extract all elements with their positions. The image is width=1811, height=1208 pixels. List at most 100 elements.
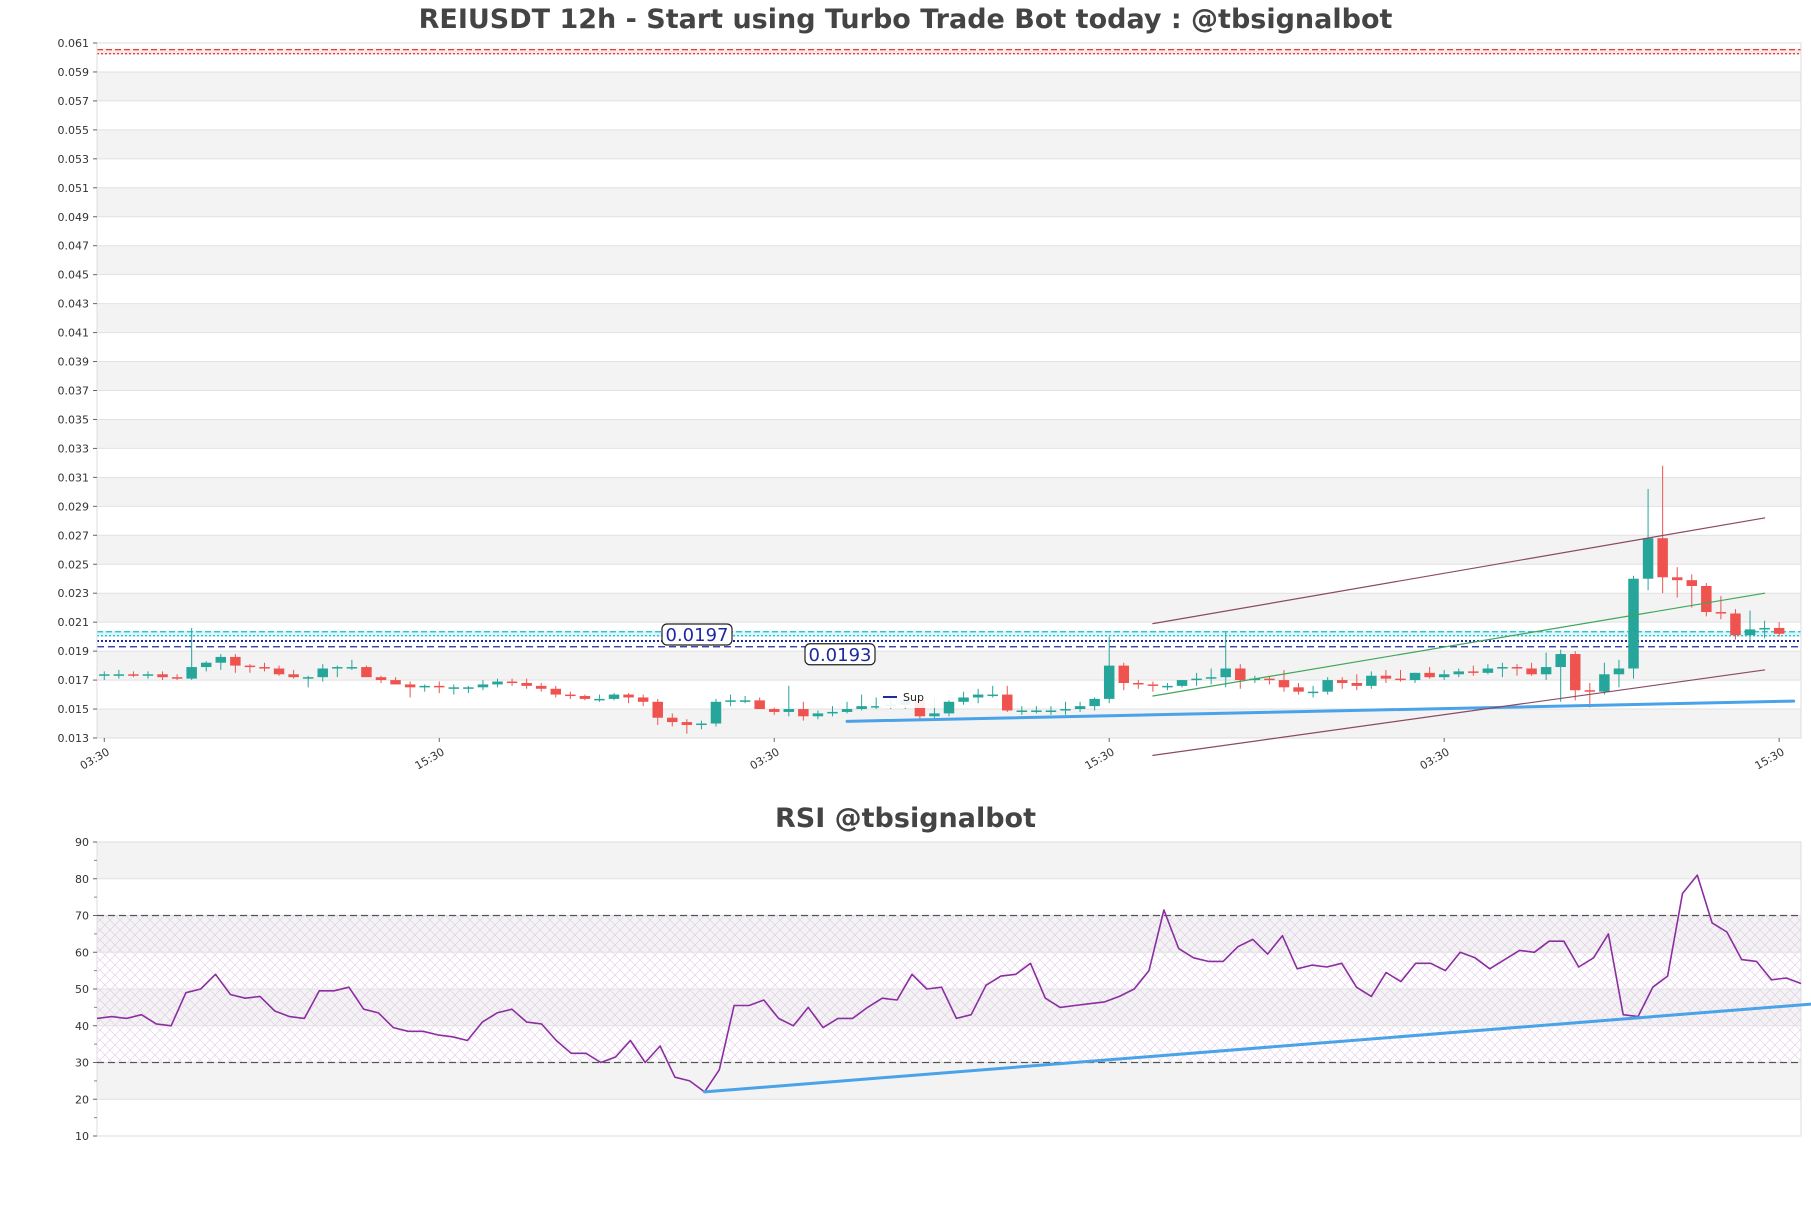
y-tick-label: 0.061	[58, 37, 90, 50]
rsi-y-tick-label: 90	[75, 836, 89, 849]
candle-body	[1395, 678, 1406, 681]
candle-body	[1366, 675, 1377, 686]
candle-body	[1278, 680, 1290, 688]
y-tick-label: 0.029	[58, 500, 90, 513]
y-tick-label: 0.051	[58, 182, 90, 195]
rsi-y-tick-label: 70	[75, 910, 89, 923]
candle-body	[827, 711, 838, 714]
rsi-band	[97, 1062, 1801, 1100]
candle-body	[361, 667, 372, 678]
y-tick-label: 0.053	[58, 153, 90, 166]
candle-body	[1103, 665, 1115, 699]
candle-body	[608, 694, 620, 699]
candle-body	[186, 667, 197, 679]
candle-body	[1351, 682, 1363, 686]
price-band	[97, 129, 1801, 159]
price-band	[97, 506, 1801, 536]
candle-body	[1235, 668, 1246, 681]
y-tick-label: 0.049	[58, 211, 90, 224]
candle-body	[1773, 627, 1785, 634]
candle-body	[1162, 685, 1173, 688]
y-tick-label: 0.013	[58, 732, 90, 745]
level-label-0193: 0.0193	[809, 645, 872, 666]
y-tick-label: 0.021	[58, 616, 90, 629]
price-band	[97, 43, 1801, 72]
price-band	[97, 100, 1801, 130]
candle-body	[477, 684, 489, 688]
candle-body	[1730, 613, 1741, 636]
y-tick-label: 0.041	[58, 327, 90, 340]
candle-body	[739, 700, 751, 702]
candle-body	[681, 722, 693, 725]
candle-body	[856, 706, 867, 710]
price-band	[97, 71, 1801, 101]
candle-body	[244, 665, 256, 668]
x-tick-label: 15:30	[413, 745, 447, 772]
x-tick-label: 15:30	[1083, 745, 1117, 772]
candle-body	[346, 667, 358, 669]
candle-body	[987, 694, 998, 697]
candle-body	[1642, 538, 1654, 579]
price-band	[97, 216, 1801, 246]
candle-body	[710, 701, 722, 724]
candle-body	[1657, 538, 1668, 578]
candle-body	[171, 677, 183, 679]
candle-body	[1511, 667, 1523, 669]
rsi-band	[97, 842, 1801, 879]
candle-body	[1307, 691, 1319, 694]
candle-body	[841, 709, 853, 712]
price-band	[97, 274, 1801, 304]
candle-body	[1322, 680, 1333, 692]
candle-body	[448, 687, 460, 689]
y-tick-label: 0.023	[58, 587, 90, 600]
candle-body	[492, 681, 503, 685]
price-band	[97, 245, 1801, 275]
candle-body	[812, 713, 824, 717]
level-label-0197: 0.0197	[666, 625, 729, 646]
candle-body	[1205, 677, 1217, 679]
candle-body	[99, 674, 110, 676]
candle-body	[1220, 668, 1231, 678]
candle-body	[230, 656, 241, 666]
y-tick-label: 0.035	[58, 413, 90, 426]
candle-body	[1336, 680, 1348, 683]
candle-body	[1060, 709, 1071, 711]
candle-body	[1628, 578, 1639, 669]
candle-body	[1045, 710, 1057, 712]
rsi-y-tick-label: 60	[75, 946, 89, 959]
y-tick-label: 0.015	[58, 703, 90, 716]
candle-body	[404, 684, 416, 688]
legend-label: Sup	[903, 691, 924, 704]
candle-body	[1074, 706, 1086, 710]
candle-body	[1759, 627, 1770, 630]
y-tick-label: 0.059	[58, 66, 90, 79]
candle-body	[725, 700, 736, 702]
candle-body	[929, 713, 940, 717]
y-tick-label: 0.037	[58, 385, 90, 398]
candle-body	[958, 697, 969, 702]
candle-body	[332, 667, 343, 669]
candle-body	[1293, 687, 1304, 692]
candle-body	[128, 674, 139, 676]
rsi-y-tick-label: 40	[75, 1020, 89, 1033]
rsi-grid-bands	[97, 841, 1801, 1137]
candle-body	[506, 681, 518, 684]
candle-body	[768, 709, 780, 712]
candle-body	[1526, 668, 1537, 675]
y-tick-label: 0.057	[58, 95, 90, 108]
candle-body	[1686, 580, 1698, 586]
candle-body	[550, 688, 562, 695]
y-tick-label: 0.025	[58, 558, 90, 571]
candle-body	[1584, 690, 1596, 692]
rsi-y-tick-label: 10	[75, 1130, 89, 1143]
rsi-y-tick-label: 30	[75, 1057, 89, 1070]
price-band	[97, 158, 1801, 188]
y-tick-label: 0.019	[58, 645, 90, 658]
price-band	[97, 303, 1801, 333]
rsi-band	[97, 1099, 1801, 1136]
candle-body	[259, 667, 270, 669]
candle-body	[1133, 682, 1144, 685]
candle-body	[1016, 710, 1028, 712]
candle-body	[1701, 585, 1712, 613]
candle-body	[273, 668, 285, 675]
